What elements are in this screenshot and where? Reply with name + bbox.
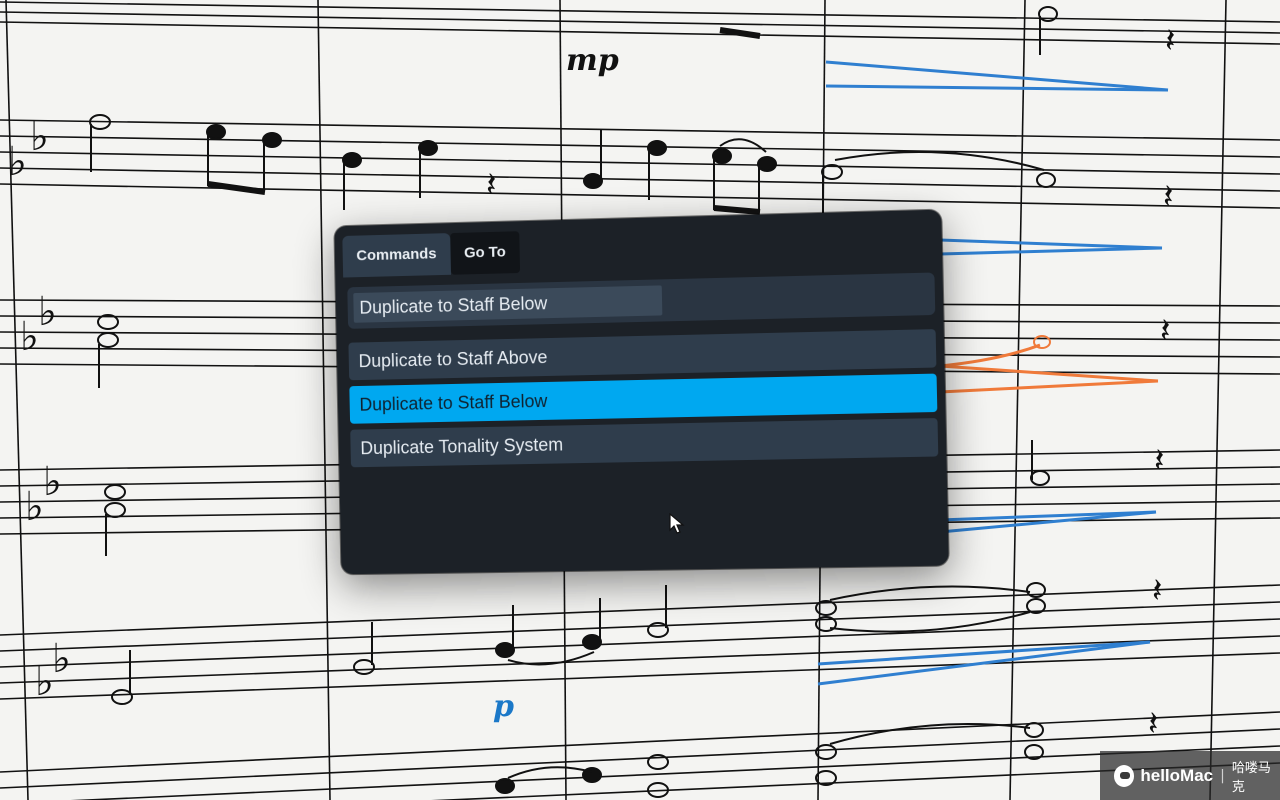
watermark-chinese: 哈喽马克 xyxy=(1232,757,1280,795)
svg-text:𝄽: 𝄽 xyxy=(1165,21,1175,61)
result-duplicate-to-staff-below[interactable]: Duplicate to Staff Below xyxy=(349,374,937,424)
dynamic-p: p xyxy=(493,689,514,724)
svg-text:𝄽: 𝄽 xyxy=(1163,177,1173,217)
tab-commands[interactable]: Commands xyxy=(342,233,450,277)
mouse-cursor-icon xyxy=(669,513,685,535)
result-duplicate-tonality-system[interactable]: Duplicate Tonality System xyxy=(350,418,938,467)
svg-text:♭: ♭ xyxy=(30,114,49,160)
command-results-list: Duplicate to Staff Above Duplicate to St… xyxy=(348,329,938,473)
svg-text:𝄽: 𝄽 xyxy=(1148,704,1158,744)
palette-tabs: Commands Go To xyxy=(342,231,520,277)
command-palette: Commands Go To Duplicate to Staff Above … xyxy=(334,210,948,575)
command-search-input[interactable] xyxy=(353,285,662,322)
watermark: helloMac | 哈喽马克 xyxy=(1100,751,1280,800)
svg-text:♭: ♭ xyxy=(20,314,39,360)
svg-text:♭: ♭ xyxy=(52,636,71,682)
command-search-box xyxy=(347,272,935,328)
watermark-separator: | xyxy=(1220,768,1225,784)
watermark-brand: helloMac xyxy=(1140,766,1213,786)
tab-go-to[interactable]: Go To xyxy=(450,231,520,275)
svg-text:𝄽: 𝄽 xyxy=(1152,571,1162,611)
svg-text:♭: ♭ xyxy=(38,289,57,335)
svg-text:♭: ♭ xyxy=(43,459,62,505)
svg-text:𝄽: 𝄽 xyxy=(486,165,496,205)
hellomac-logo-icon xyxy=(1114,765,1134,787)
svg-text:♭: ♭ xyxy=(25,484,44,530)
dynamic-mp: mp xyxy=(566,43,619,78)
result-duplicate-to-staff-above[interactable]: Duplicate to Staff Above xyxy=(348,329,936,380)
svg-text:♭: ♭ xyxy=(8,139,27,185)
svg-text:𝄽: 𝄽 xyxy=(1154,441,1164,481)
svg-text:𝄽: 𝄽 xyxy=(1160,311,1170,351)
